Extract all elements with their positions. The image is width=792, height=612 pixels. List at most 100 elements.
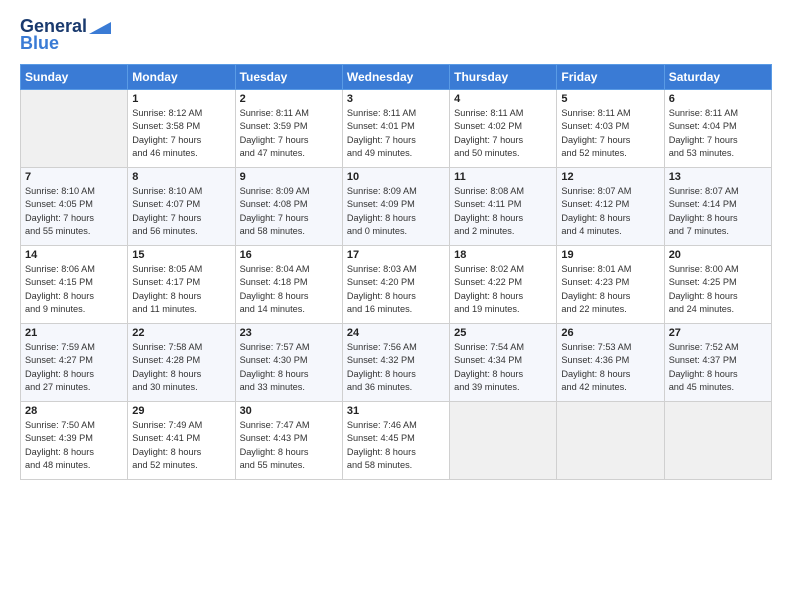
day-info: Sunrise: 7:57 AM Sunset: 4:30 PM Dayligh…: [240, 341, 338, 394]
day-number: 16: [240, 249, 338, 261]
day-info: Sunrise: 7:53 AM Sunset: 4:36 PM Dayligh…: [561, 341, 659, 394]
day-number: 31: [347, 405, 445, 417]
calendar-cell: 28 Sunrise: 7:50 AM Sunset: 4:39 PM Dayli…: [21, 402, 128, 480]
calendar-cell: 10Sunrise: 8:09 AM Sunset: 4:09 PM Dayli…: [342, 168, 449, 246]
day-number: 11: [454, 171, 552, 183]
calendar-week-row: 21 Sunrise: 7:59 AM Sunset: 4:27 PM Dayli…: [21, 324, 772, 402]
day-number: 12: [561, 171, 659, 183]
day-info: Sunrise: 7:56 AM Sunset: 4:32 PM Dayligh…: [347, 341, 445, 394]
day-number: 24: [347, 327, 445, 339]
day-info: Sunrise: 7:47 AM Sunset: 4:43 PM Dayligh…: [240, 419, 338, 472]
day-info: Sunrise: 7:59 AM Sunset: 4:27 PM Dayligh…: [25, 341, 123, 394]
weekday-header: Tuesday: [235, 65, 342, 90]
calendar-cell: 20 Sunrise: 8:00 AM Sunset: 4:25 PM Dayli…: [664, 246, 771, 324]
day-info: Sunrise: 8:12 AM Sunset: 3:58 PM Dayligh…: [132, 107, 230, 160]
weekday-header: Wednesday: [342, 65, 449, 90]
day-info: Sunrise: 8:00 AM Sunset: 4:25 PM Dayligh…: [669, 263, 767, 316]
logo-blue: Blue: [20, 33, 59, 54]
logo: General Blue: [20, 16, 111, 54]
calendar-cell: 23 Sunrise: 7:57 AM Sunset: 4:30 PM Dayli…: [235, 324, 342, 402]
calendar-cell: 12 Sunrise: 8:07 AM Sunset: 4:12 PM Dayli…: [557, 168, 664, 246]
day-number: 1: [132, 93, 230, 105]
calendar-cell: 16Sunrise: 8:04 AM Sunset: 4:18 PM Dayli…: [235, 246, 342, 324]
calendar-week-row: 28 Sunrise: 7:50 AM Sunset: 4:39 PM Dayli…: [21, 402, 772, 480]
day-number: 9: [240, 171, 338, 183]
calendar-cell: 8 Sunrise: 8:10 AM Sunset: 4:07 PM Daylig…: [128, 168, 235, 246]
calendar-cell: 6Sunrise: 8:11 AM Sunset: 4:04 PM Daylig…: [664, 90, 771, 168]
calendar-cell: 17Sunrise: 8:03 AM Sunset: 4:20 PM Dayli…: [342, 246, 449, 324]
calendar-cell: 25 Sunrise: 7:54 AM Sunset: 4:34 PM Dayli…: [450, 324, 557, 402]
calendar-cell: [664, 402, 771, 480]
day-number: 18: [454, 249, 552, 261]
calendar-cell: 24 Sunrise: 7:56 AM Sunset: 4:32 PM Dayli…: [342, 324, 449, 402]
day-info: Sunrise: 7:58 AM Sunset: 4:28 PM Dayligh…: [132, 341, 230, 394]
day-info: Sunrise: 8:10 AM Sunset: 4:07 PM Dayligh…: [132, 185, 230, 238]
day-info: Sunrise: 8:07 AM Sunset: 4:12 PM Dayligh…: [561, 185, 659, 238]
calendar-cell: [450, 402, 557, 480]
day-number: 20: [669, 249, 767, 261]
day-info: Sunrise: 7:54 AM Sunset: 4:34 PM Dayligh…: [454, 341, 552, 394]
day-number: 8: [132, 171, 230, 183]
calendar-cell: [21, 90, 128, 168]
calendar-cell: 19Sunrise: 8:01 AM Sunset: 4:23 PM Dayli…: [557, 246, 664, 324]
day-info: Sunrise: 8:09 AM Sunset: 4:09 PM Dayligh…: [347, 185, 445, 238]
day-number: 21: [25, 327, 123, 339]
day-number: 15: [132, 249, 230, 261]
calendar-cell: 14Sunrise: 8:06 AM Sunset: 4:15 PM Dayli…: [21, 246, 128, 324]
day-info: Sunrise: 7:49 AM Sunset: 4:41 PM Dayligh…: [132, 419, 230, 472]
calendar-cell: 11 Sunrise: 8:08 AM Sunset: 4:11 PM Dayli…: [450, 168, 557, 246]
calendar-body: 1 Sunrise: 8:12 AM Sunset: 3:58 PM Daylig…: [21, 90, 772, 480]
day-number: 4: [454, 93, 552, 105]
calendar-cell: 7Sunrise: 8:10 AM Sunset: 4:05 PM Daylig…: [21, 168, 128, 246]
calendar-week-row: 1 Sunrise: 8:12 AM Sunset: 3:58 PM Daylig…: [21, 90, 772, 168]
calendar-cell: 13 Sunrise: 8:07 AM Sunset: 4:14 PM Dayli…: [664, 168, 771, 246]
day-number: 19: [561, 249, 659, 261]
day-info: Sunrise: 8:07 AM Sunset: 4:14 PM Dayligh…: [669, 185, 767, 238]
day-info: Sunrise: 7:46 AM Sunset: 4:45 PM Dayligh…: [347, 419, 445, 472]
calendar-cell: 15 Sunrise: 8:05 AM Sunset: 4:17 PM Dayli…: [128, 246, 235, 324]
day-info: Sunrise: 8:09 AM Sunset: 4:08 PM Dayligh…: [240, 185, 338, 238]
day-info: Sunrise: 8:02 AM Sunset: 4:22 PM Dayligh…: [454, 263, 552, 316]
calendar-cell: 4 Sunrise: 8:11 AM Sunset: 4:02 PM Daylig…: [450, 90, 557, 168]
day-info: Sunrise: 8:11 AM Sunset: 3:59 PM Dayligh…: [240, 107, 338, 160]
day-info: Sunrise: 8:05 AM Sunset: 4:17 PM Dayligh…: [132, 263, 230, 316]
calendar-cell: 31 Sunrise: 7:46 AM Sunset: 4:45 PM Dayli…: [342, 402, 449, 480]
day-number: 30: [240, 405, 338, 417]
day-number: 23: [240, 327, 338, 339]
calendar-week-row: 14Sunrise: 8:06 AM Sunset: 4:15 PM Dayli…: [21, 246, 772, 324]
day-number: 3: [347, 93, 445, 105]
header: General Blue: [20, 16, 772, 54]
calendar-week-row: 7Sunrise: 8:10 AM Sunset: 4:05 PM Daylig…: [21, 168, 772, 246]
calendar-header-row: SundayMondayTuesdayWednesdayThursdayFrid…: [21, 65, 772, 90]
day-number: 29: [132, 405, 230, 417]
day-number: 6: [669, 93, 767, 105]
day-number: 13: [669, 171, 767, 183]
calendar-cell: 9 Sunrise: 8:09 AM Sunset: 4:08 PM Daylig…: [235, 168, 342, 246]
calendar-cell: 3Sunrise: 8:11 AM Sunset: 4:01 PM Daylig…: [342, 90, 449, 168]
day-info: Sunrise: 7:50 AM Sunset: 4:39 PM Dayligh…: [25, 419, 123, 472]
weekday-header: Friday: [557, 65, 664, 90]
day-number: 25: [454, 327, 552, 339]
calendar-cell: 26 Sunrise: 7:53 AM Sunset: 4:36 PM Dayli…: [557, 324, 664, 402]
day-number: 26: [561, 327, 659, 339]
day-number: 17: [347, 249, 445, 261]
day-info: Sunrise: 8:11 AM Sunset: 4:02 PM Dayligh…: [454, 107, 552, 160]
calendar-cell: 27 Sunrise: 7:52 AM Sunset: 4:37 PM Dayli…: [664, 324, 771, 402]
day-info: Sunrise: 8:06 AM Sunset: 4:15 PM Dayligh…: [25, 263, 123, 316]
day-number: 22: [132, 327, 230, 339]
calendar-cell: 5Sunrise: 8:11 AM Sunset: 4:03 PM Daylig…: [557, 90, 664, 168]
day-number: 28: [25, 405, 123, 417]
day-info: Sunrise: 8:10 AM Sunset: 4:05 PM Dayligh…: [25, 185, 123, 238]
calendar-cell: 1 Sunrise: 8:12 AM Sunset: 3:58 PM Daylig…: [128, 90, 235, 168]
calendar-cell: [557, 402, 664, 480]
calendar-cell: 29 Sunrise: 7:49 AM Sunset: 4:41 PM Dayli…: [128, 402, 235, 480]
calendar-cell: 30 Sunrise: 7:47 AM Sunset: 4:43 PM Dayli…: [235, 402, 342, 480]
weekday-header: Sunday: [21, 65, 128, 90]
day-info: Sunrise: 7:52 AM Sunset: 4:37 PM Dayligh…: [669, 341, 767, 394]
calendar-page: General Blue SundayMondayTuesdayWednesda…: [0, 0, 792, 612]
weekday-header: Thursday: [450, 65, 557, 90]
weekday-header: Saturday: [664, 65, 771, 90]
day-number: 27: [669, 327, 767, 339]
day-info: Sunrise: 8:08 AM Sunset: 4:11 PM Dayligh…: [454, 185, 552, 238]
day-info: Sunrise: 8:11 AM Sunset: 4:03 PM Dayligh…: [561, 107, 659, 160]
